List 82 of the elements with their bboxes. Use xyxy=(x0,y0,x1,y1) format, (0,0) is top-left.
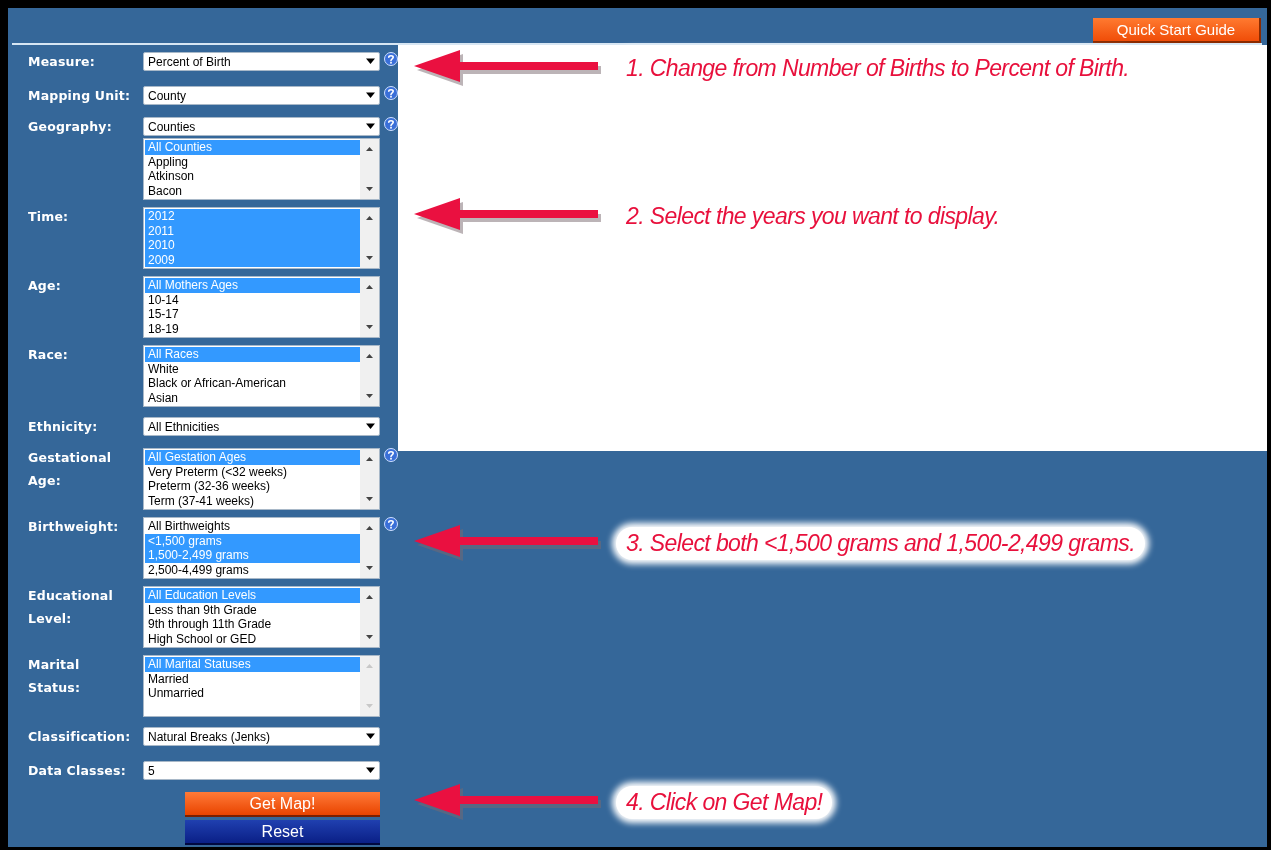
list-box[interactable]: All Education Levels Less than 9th Grade 9th through 11th Grade High School or GED xyxy=(143,586,380,648)
list-option[interactable]: Term (37-41 weeks) xyxy=(145,493,360,509)
caret-icon xyxy=(366,123,375,130)
help-icon[interactable] xyxy=(384,86,398,100)
scroll-down-icon[interactable] xyxy=(366,187,373,191)
field-label: Ethnicity: xyxy=(28,418,99,436)
field-label: Mapping Unit: xyxy=(28,87,132,105)
scroll-down-icon[interactable] xyxy=(366,394,373,398)
scroll-up-icon[interactable] xyxy=(366,216,373,220)
help-icon[interactable] xyxy=(384,517,398,531)
caret-icon xyxy=(366,733,375,740)
list-option[interactable]: Black or African-American xyxy=(145,376,360,391)
field-label: Age: xyxy=(28,277,62,295)
scrollbar[interactable] xyxy=(360,587,379,647)
scroll-up-icon[interactable] xyxy=(366,354,373,358)
scroll-up-icon[interactable] xyxy=(366,457,373,461)
list-box[interactable]: All Mothers Ages 10-14 15-17 18-19 xyxy=(143,276,380,338)
field-label: Time: xyxy=(28,208,70,226)
field-label: Measure: xyxy=(28,53,96,71)
list-box[interactable]: All Races White Black or African-American Asian xyxy=(143,345,380,407)
scroll-up-icon[interactable] xyxy=(366,285,373,289)
list-option[interactable]: 15-17 xyxy=(145,307,360,322)
field-label: Educational Level: xyxy=(28,587,114,628)
list-option[interactable]: Bacon xyxy=(145,183,360,199)
dropdown[interactable]: Percent of Birth xyxy=(143,52,380,71)
list-option[interactable]: Appling xyxy=(145,154,360,170)
caret-icon xyxy=(366,58,375,65)
dropdown[interactable]: All Ethnicities xyxy=(143,417,380,436)
help-icon[interactable] xyxy=(384,52,398,66)
scroll-down-icon[interactable] xyxy=(366,635,373,639)
help-icon[interactable] xyxy=(384,117,398,131)
dropdown[interactable]: Natural Breaks (Jenks) xyxy=(143,727,380,746)
list-option[interactable]: Married xyxy=(145,671,360,687)
dropdown[interactable]: Counties xyxy=(143,117,380,136)
field-label: Marital Status: xyxy=(28,656,82,697)
help-icon[interactable] xyxy=(384,448,398,462)
scrollbar[interactable] xyxy=(360,518,379,578)
scrollbar[interactable] xyxy=(360,449,379,509)
dropdown[interactable]: County xyxy=(143,86,380,105)
list-option[interactable]: Unmarried xyxy=(145,686,360,701)
field-label: Data Classes: xyxy=(28,762,127,780)
instruction-note: 4. Click on Get Map! xyxy=(616,785,833,819)
list-option[interactable]: Preterm (32-36 weeks) xyxy=(145,479,360,494)
caret-icon xyxy=(366,92,375,99)
dropdown[interactable]: 5 xyxy=(143,761,380,780)
field-label: Birthweight: xyxy=(28,518,120,536)
list-option[interactable]: 18-19 xyxy=(145,321,360,337)
field-label: Geography: xyxy=(28,118,113,136)
scrollbar[interactable] xyxy=(360,208,379,268)
list-box[interactable]: All Counties Appling Atkinson Bacon xyxy=(143,138,380,200)
instruction-note: 3. Select both <1,500 grams and 1,500-2,499 grams. xyxy=(616,526,1145,560)
scroll-up-icon[interactable] xyxy=(366,526,373,530)
list-box[interactable]: All Birthweights <1,500 grams 1,500-2,499 grams 2,500-4,499 grams xyxy=(143,517,380,579)
scrollbar[interactable] xyxy=(360,346,379,406)
instruction-note: 2. Select the years you want to display. xyxy=(616,199,1010,233)
list-option[interactable]: Less than 9th Grade xyxy=(145,602,360,618)
scroll-down-icon[interactable] xyxy=(366,497,373,501)
caret-icon xyxy=(366,767,375,774)
list-option[interactable]: 9th through 11th Grade xyxy=(145,617,360,632)
caret-icon xyxy=(366,423,375,430)
field-label: Classification: xyxy=(28,728,132,746)
list-option[interactable]: Atkinson xyxy=(145,169,360,184)
list-option[interactable]: All Birthweights xyxy=(145,519,360,534)
field-label: Race: xyxy=(28,346,69,364)
action-button[interactable]: Reset xyxy=(185,820,380,845)
scrollbar[interactable] xyxy=(360,277,379,337)
list-option[interactable]: Asian xyxy=(145,390,360,406)
instruction-note: 1. Change from Number of Births to Percent of Birth. xyxy=(616,51,1140,85)
list-option[interactable]: Very Preterm (<32 weeks) xyxy=(145,464,360,480)
scroll-up-icon[interactable] xyxy=(366,147,373,151)
scroll-down-icon[interactable] xyxy=(366,566,373,570)
scroll-down-icon[interactable] xyxy=(366,256,373,260)
list-box[interactable]: All Gestation Ages Very Preterm (<32 weeks) Preterm (32-36 weeks) Term (37-41 weeks) xyxy=(143,448,380,510)
scroll-down-icon[interactable] xyxy=(366,325,373,329)
scrollbar[interactable] xyxy=(360,139,379,199)
list-box[interactable]: All Marital Statuses Married Unmarried xyxy=(143,655,380,717)
list-option[interactable]: 2,500-4,499 grams xyxy=(145,562,360,578)
list-option[interactable]: 10-14 xyxy=(145,292,360,308)
list-option[interactable]: White xyxy=(145,361,360,377)
scroll-up-icon[interactable] xyxy=(366,595,373,599)
field-label: Gestational Age: xyxy=(28,449,113,490)
list-option[interactable]: High School or GED xyxy=(145,631,360,647)
